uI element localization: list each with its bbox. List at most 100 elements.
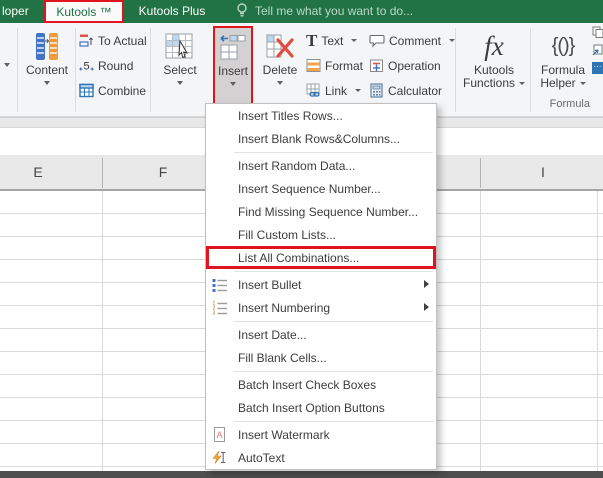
menu-item-batch-insert-option-buttons[interactable]: Batch Insert Option Buttons bbox=[206, 396, 436, 419]
insert-page-arrow-icon[interactable] bbox=[592, 44, 603, 56]
formula-braces-icon: {()} bbox=[551, 34, 576, 57]
watermark-icon: A bbox=[214, 427, 225, 442]
link-icon bbox=[306, 83, 320, 97]
comment-button[interactable]: Comment bbox=[369, 32, 456, 49]
group-divider bbox=[150, 28, 151, 112]
column-header-f[interactable]: F bbox=[159, 164, 168, 180]
menu-item-insert-date[interactable]: Insert Date... bbox=[206, 323, 436, 346]
format-label: Format bbox=[325, 58, 364, 73]
delete-button[interactable]: Delete bbox=[256, 27, 304, 112]
fx-icon: fx bbox=[484, 30, 504, 61]
text-icon: T bbox=[306, 30, 318, 50]
gridline-vertical bbox=[102, 191, 103, 471]
column-divider[interactable] bbox=[480, 158, 481, 188]
calculator-icon bbox=[370, 83, 383, 98]
dropdown-arrow-icon bbox=[277, 81, 283, 85]
menu-item-autotext[interactable]: AutoText bbox=[206, 446, 436, 469]
column-divider[interactable] bbox=[102, 158, 103, 188]
dropdown-arrow-icon bbox=[351, 39, 358, 42]
submenu-arrow-icon bbox=[424, 280, 429, 288]
menu-item-insert-numbering[interactable]: 123 Insert Numbering bbox=[206, 296, 436, 319]
copy-pages-icon[interactable] bbox=[592, 26, 603, 38]
menu-item-insert-blank-rows-columns[interactable]: Insert Blank Rows&Columns... bbox=[206, 127, 436, 150]
dropdown-arrow-icon bbox=[579, 82, 586, 86]
to-actual-icon bbox=[79, 34, 94, 47]
to-actual-label: To Actual bbox=[98, 33, 147, 48]
formula-helper-label-line2: Helper bbox=[540, 77, 586, 90]
more-options-button[interactable]: ··· bbox=[592, 62, 603, 74]
insert-button[interactable]: Insert bbox=[215, 28, 251, 113]
comment-icon bbox=[369, 34, 385, 48]
format-button[interactable]: Format bbox=[306, 57, 378, 74]
round-icon: 5 bbox=[79, 61, 94, 73]
text-button[interactable]: T Text bbox=[306, 30, 358, 50]
content-button[interactable]: Content bbox=[22, 27, 72, 112]
combine-button[interactable]: Combine bbox=[79, 82, 146, 99]
menu-item-insert-watermark[interactable]: A Insert Watermark bbox=[206, 423, 436, 446]
combine-label: Combine bbox=[98, 83, 147, 98]
to-actual-button[interactable]: To Actual bbox=[79, 32, 147, 49]
insert-button-highlight: Insert bbox=[213, 26, 253, 110]
tab-kutools-plus[interactable]: Kutools Plus bbox=[134, 4, 210, 18]
menu-item-insert-sequence-number[interactable]: Insert Sequence Number... bbox=[206, 177, 436, 200]
round-button[interactable]: 5 Round bbox=[79, 57, 133, 74]
gridline-vertical bbox=[480, 191, 481, 471]
link-button[interactable]: Link bbox=[306, 82, 362, 99]
insert-label: Insert bbox=[217, 64, 248, 78]
numbered-list-icon: 123 bbox=[213, 301, 227, 316]
kutools-functions-label-line2: Functions bbox=[463, 77, 526, 90]
gridline-vertical bbox=[597, 191, 598, 471]
menu-item-batch-insert-check-boxes[interactable]: Batch Insert Check Boxes bbox=[206, 373, 436, 396]
insert-dropdown-menu: Insert Titles Rows... Insert Blank Rows&… bbox=[205, 103, 437, 470]
menu-item-label: Insert Watermark bbox=[238, 427, 330, 442]
group-divider bbox=[17, 28, 18, 112]
operation-button[interactable]: Operation bbox=[369, 57, 441, 74]
dropdown-arrow-icon bbox=[44, 81, 50, 85]
delete-label: Delete bbox=[262, 63, 298, 77]
svg-text:5: 5 bbox=[83, 61, 89, 73]
combine-icon bbox=[79, 83, 94, 98]
group-divider bbox=[455, 28, 456, 112]
text-label: Text bbox=[321, 33, 344, 48]
menu-item-list-all-combinations[interactable]: List All Combinations... bbox=[206, 246, 436, 269]
link-label: Link bbox=[325, 83, 348, 98]
autotext-icon bbox=[212, 450, 226, 464]
menu-item-fill-blank-cells[interactable]: Fill Blank Cells... bbox=[206, 346, 436, 369]
tab-developer-partial[interactable]: loper bbox=[2, 4, 29, 18]
clipped-dropdown-arrow-icon[interactable] bbox=[4, 63, 10, 67]
tab-kutools[interactable]: Kutools ™ bbox=[44, 0, 124, 23]
menu-item-fill-custom-lists[interactable]: Fill Custom Lists... bbox=[206, 223, 436, 246]
column-header-e[interactable]: E bbox=[33, 164, 42, 180]
column-header-i[interactable]: I bbox=[541, 164, 545, 180]
bullet-list-icon bbox=[212, 279, 227, 292]
menu-item-insert-bullet[interactable]: Insert Bullet bbox=[206, 273, 436, 296]
calculator-button[interactable]: Calculator bbox=[369, 82, 442, 99]
excel-window: loper Kutools ™ Kutools Plus Tell me wha… bbox=[0, 0, 603, 478]
menu-item-insert-random-data[interactable]: Insert Random Data... bbox=[206, 154, 436, 177]
select-label: Select bbox=[163, 63, 197, 77]
operation-icon bbox=[370, 59, 383, 72]
calculator-label: Calculator bbox=[388, 83, 443, 98]
comment-label: Comment bbox=[389, 33, 442, 48]
svg-text:3: 3 bbox=[213, 311, 216, 316]
delete-icon bbox=[265, 28, 295, 64]
menu-item-insert-titles-rows[interactable]: Insert Titles Rows... bbox=[206, 104, 436, 127]
ribbon-tab-bar: loper Kutools ™ Kutools Plus Tell me wha… bbox=[0, 0, 603, 23]
ribbon-group-label: Formula bbox=[549, 98, 590, 110]
format-icon bbox=[306, 59, 321, 72]
select-button[interactable]: Select bbox=[154, 27, 206, 112]
clipped-buttons-column: ··· bbox=[592, 26, 603, 74]
svg-text:A: A bbox=[216, 430, 222, 440]
menu-item-label: AutoText bbox=[238, 450, 285, 465]
menu-item-find-missing-sequence-number[interactable]: Find Missing Sequence Number... bbox=[206, 200, 436, 223]
insert-icon bbox=[218, 29, 248, 65]
dropdown-arrow-icon bbox=[230, 82, 236, 86]
round-label: Round bbox=[98, 58, 134, 73]
lightbulb-icon bbox=[237, 3, 247, 17]
group-divider bbox=[75, 28, 76, 112]
submenu-arrow-icon bbox=[424, 303, 429, 311]
content-icon bbox=[32, 28, 62, 64]
content-label: Content bbox=[25, 63, 69, 77]
dropdown-arrow-icon bbox=[177, 81, 183, 85]
tellme-box[interactable]: Tell me what you want to do... bbox=[236, 3, 413, 18]
